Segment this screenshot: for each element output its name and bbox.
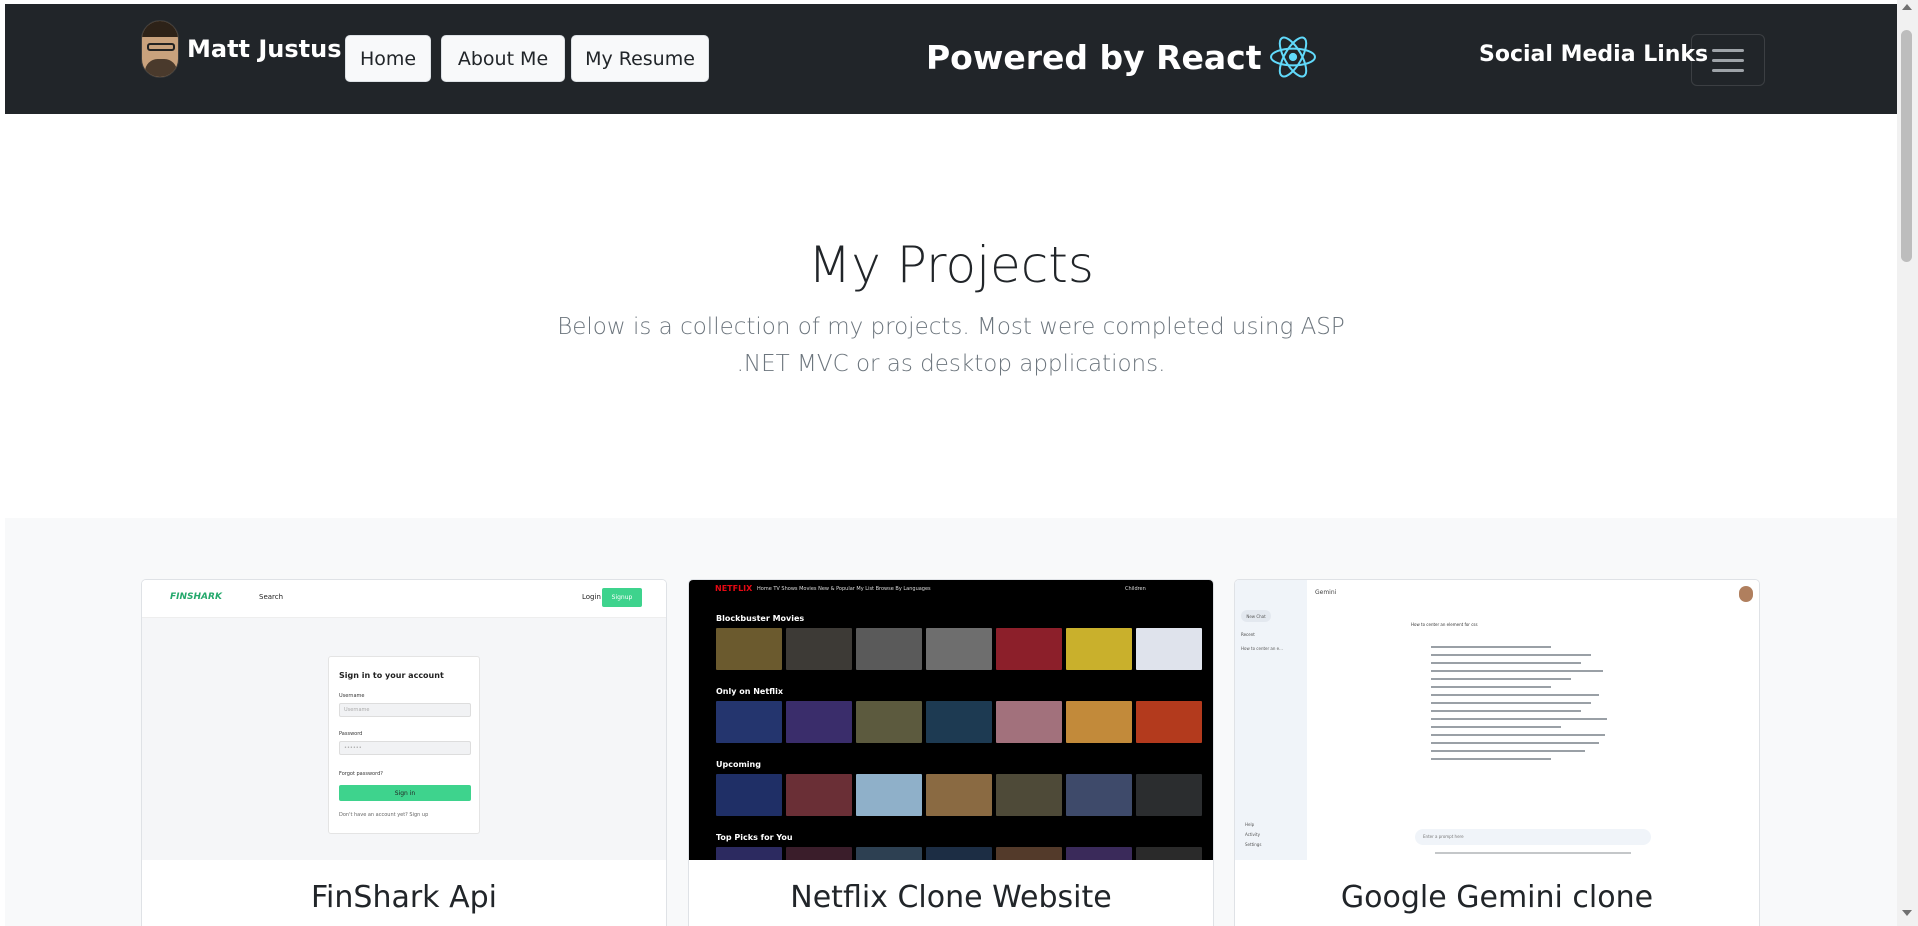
project-card-gemini[interactable]: New Chat Recent How to center an e... He… — [1234, 579, 1760, 926]
project-card-netflix[interactable]: NETFLIX Home TV Shows Movies New & Popul… — [688, 579, 1214, 926]
brand[interactable]: Matt Justus — [141, 20, 342, 78]
my-resume-button[interactable]: My Resume — [571, 35, 709, 82]
menu-toggle-button[interactable] — [1691, 34, 1765, 86]
netflix-screenshot: NETFLIX Home TV Shows Movies New & Popul… — [689, 580, 1213, 860]
gemini-screenshot: New Chat Recent How to center an e... He… — [1235, 580, 1759, 860]
hamburger-icon — [1712, 48, 1744, 52]
project-card-finshark[interactable]: FINSHARK Search Login Signup Sign in to … — [141, 579, 667, 926]
hero-section: My Projects Below is a collection of my … — [5, 114, 1897, 518]
finshark-screenshot: FINSHARK Search Login Signup Sign in to … — [142, 580, 666, 860]
page-title: My Projects — [808, 236, 1094, 294]
projects-section: FINSHARK Search Login Signup Sign in to … — [5, 518, 1897, 926]
project-title: Google Gemini clone — [1340, 880, 1654, 915]
brand-name: Matt Justus — [187, 35, 342, 63]
avatar — [141, 20, 179, 78]
powered-by-react: Powered by React — [926, 34, 1316, 80]
navbar: Matt Justus Home About Me My Resume Powe… — [5, 4, 1897, 114]
page-subtitle: Below is a collection of my projects. Mo… — [557, 314, 1345, 377]
vertical-scrollbar[interactable] — [1897, 0, 1918, 926]
react-icon — [1269, 36, 1316, 78]
project-title: Netflix Clone Website — [790, 880, 1112, 915]
finshark-logo: FINSHARK — [170, 592, 222, 602]
netflix-logo: NETFLIX — [715, 584, 753, 593]
home-button[interactable]: Home — [345, 35, 431, 82]
about-me-button[interactable]: About Me — [441, 35, 565, 82]
project-title: FinShark Api — [310, 880, 497, 915]
avatar — [1739, 586, 1753, 602]
scroll-thumb[interactable] — [1901, 30, 1912, 262]
scroll-up-arrow-icon[interactable] — [1902, 4, 1912, 10]
social-media-links[interactable]: Social Media Links — [1479, 42, 1708, 67]
scroll-down-arrow-icon[interactable] — [1902, 910, 1912, 916]
powered-by-text: Powered by React — [926, 37, 1262, 77]
